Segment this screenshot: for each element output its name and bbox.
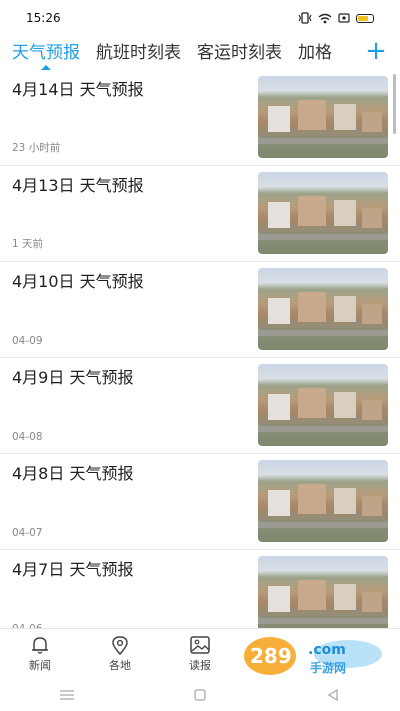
wifi-icon xyxy=(318,13,332,23)
tab-bus-schedule[interactable]: 客运时刻表 xyxy=(197,38,282,70)
bell-icon xyxy=(32,636,48,654)
status-time: 15:26 xyxy=(26,11,61,25)
menu-icon[interactable] xyxy=(52,685,82,705)
list-item[interactable]: 4月8日 天气预报 04-07 xyxy=(0,454,400,550)
item-title: 4月10日 天气预报 xyxy=(12,272,144,291)
thumbnail-image xyxy=(258,76,388,158)
nav-read-paper[interactable]: 读报 xyxy=(160,635,240,673)
list-item[interactable]: 4月13日 天气预报 1 天前 xyxy=(0,166,400,262)
thumbnail-image xyxy=(258,268,388,350)
list-item[interactable]: 4月7日 天气预报 04-06 xyxy=(0,550,400,628)
watermark-logo: 289 .com 手游网 xyxy=(244,637,382,675)
item-time: 04-08 xyxy=(12,431,43,443)
item-title: 4月13日 天气预报 xyxy=(12,176,144,195)
list-item[interactable]: 4月14日 天气预报 23 小时前 xyxy=(0,70,400,166)
tab-flight-schedule[interactable]: 航班时刻表 xyxy=(96,38,181,70)
image-icon xyxy=(190,635,210,654)
tab-list: 天气预报 航班时刻表 客运时刻表 加格 xyxy=(0,38,364,70)
tab-fade xyxy=(332,36,362,70)
plus-icon[interactable]: + xyxy=(364,38,388,66)
item-title: 4月8日 天气预报 xyxy=(12,464,134,483)
status-bar: 15:26 xyxy=(0,0,400,36)
watermark-text: 289 xyxy=(250,644,292,668)
status-icons xyxy=(298,12,374,24)
article-list[interactable]: 4月14日 天气预报 23 小时前 4月13日 天气预报 1 天前 4月10日 … xyxy=(0,70,400,628)
nav-read-paper-label: 读报 xyxy=(189,658,211,672)
thumbnail-image xyxy=(258,364,388,446)
scrollbar[interactable] xyxy=(393,74,396,134)
screen-record-icon xyxy=(338,13,350,23)
battery-icon xyxy=(356,13,374,23)
home-icon[interactable] xyxy=(185,685,215,705)
tab-weather-forecast[interactable]: 天气预报 xyxy=(12,38,80,70)
nav-news-label: 新闻 xyxy=(29,658,51,672)
list-item[interactable]: 4月10日 天气预报 04-09 xyxy=(0,262,400,358)
nav-regions-label: 各地 xyxy=(109,658,131,672)
thumbnail-image xyxy=(258,556,388,628)
watermark-subtext: 手游网 xyxy=(310,660,346,675)
item-title: 4月7日 天气预报 xyxy=(12,560,134,579)
item-time: 04-09 xyxy=(12,335,43,347)
item-time: 04-07 xyxy=(12,527,43,539)
system-navigation-bar xyxy=(0,678,400,711)
thumbnail-image xyxy=(258,172,388,254)
category-tab-bar: 天气预报 航班时刻表 客运时刻表 加格 + xyxy=(0,36,400,70)
list-item[interactable]: 4月9日 天气预报 04-08 xyxy=(0,358,400,454)
watermark-suffix: .com xyxy=(308,642,346,658)
tab-overflow[interactable]: 加格 xyxy=(298,38,332,70)
location-pin-icon xyxy=(112,635,128,655)
vibrate-icon xyxy=(298,12,312,24)
item-title: 4月9日 天气预报 xyxy=(12,368,134,387)
thumbnail-image xyxy=(258,460,388,542)
nav-news[interactable]: 新闻 xyxy=(0,635,80,673)
item-time: 23 小时前 xyxy=(12,142,61,154)
item-title: 4月14日 天气预报 xyxy=(12,80,144,99)
back-icon[interactable] xyxy=(318,685,348,705)
item-time: 1 天前 xyxy=(12,238,44,250)
nav-regions[interactable]: 各地 xyxy=(80,635,160,673)
